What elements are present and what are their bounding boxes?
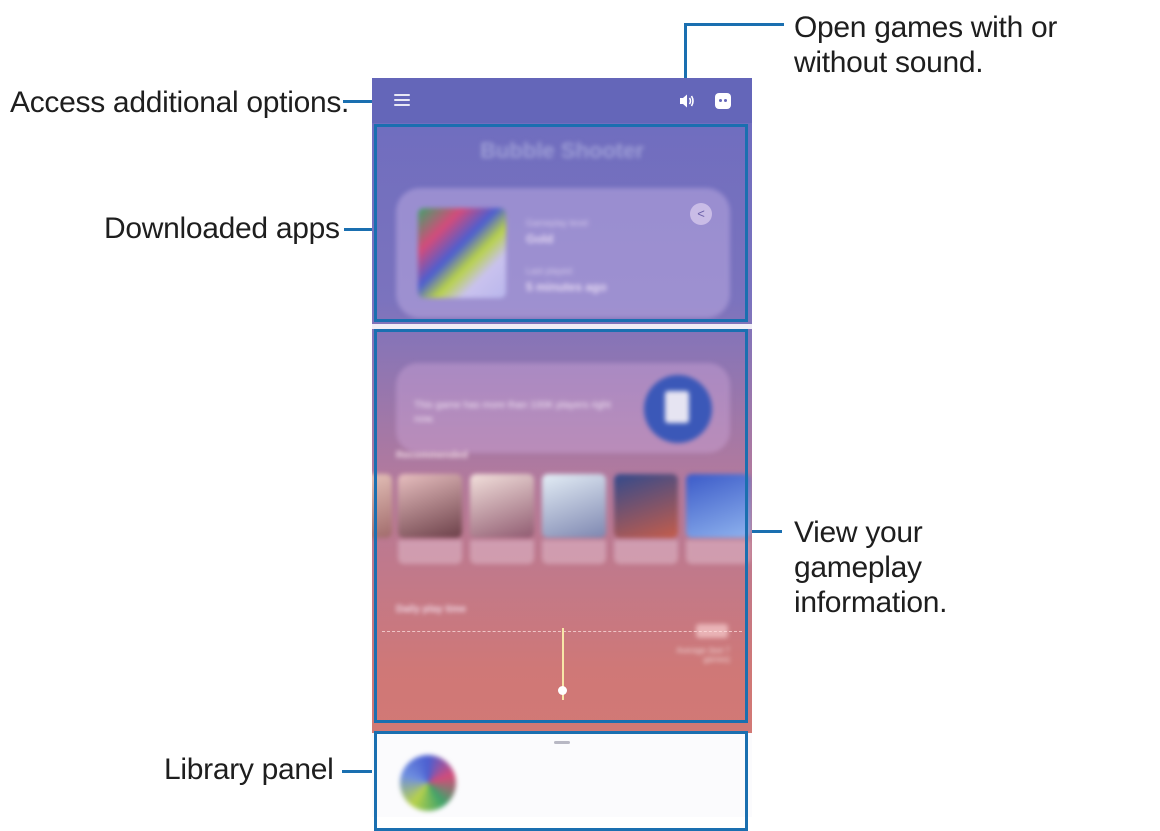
sound-icon[interactable] bbox=[678, 92, 696, 110]
callout-downloaded-apps: Downloaded apps bbox=[104, 212, 340, 245]
callout-access-additional-options: Access additional options. bbox=[10, 86, 350, 119]
leader-line-downloaded bbox=[344, 228, 374, 231]
leader-line-library bbox=[342, 770, 375, 773]
leader-line-sound-horizontal bbox=[684, 23, 784, 26]
callout-view-gameplay-information: View your gameplay information. bbox=[794, 516, 948, 619]
callout-library-panel: Library panel bbox=[164, 753, 334, 786]
highlight-gameplay-information bbox=[374, 329, 748, 723]
discord-icon[interactable] bbox=[715, 93, 731, 109]
callout-open-games-sound: Open games with or without sound. bbox=[794, 11, 1058, 79]
leader-line-options bbox=[343, 100, 373, 103]
menu-icon[interactable] bbox=[394, 94, 410, 107]
leader-line-gameplay bbox=[752, 530, 782, 533]
highlight-downloaded-apps bbox=[374, 124, 748, 322]
top-bar bbox=[372, 78, 752, 123]
highlight-library-panel bbox=[374, 731, 748, 831]
